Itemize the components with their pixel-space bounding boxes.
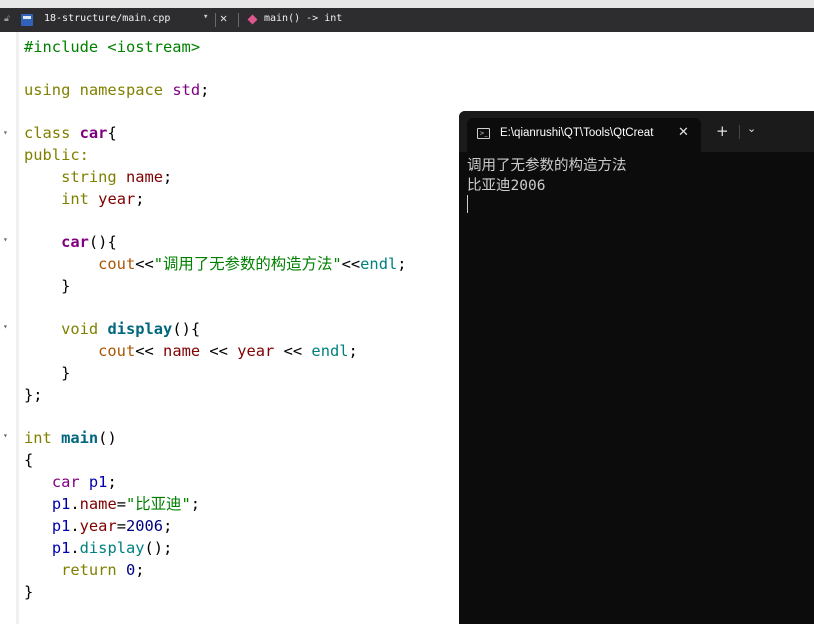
cpp-file-icon [21,14,33,26]
fold-marker-icon[interactable]: ▾ [3,229,8,251]
window-top-strip [0,0,814,8]
code-line-include: #include <iostream> [24,38,201,56]
terminal-window[interactable]: >_ E:\qianrushi\QT\Tools\QtCreat ✕ + ⌄ 调… [459,111,814,624]
new-tab-button[interactable]: + [716,122,729,140]
code-line-set-year: p1.year=2006; [51,517,173,535]
code-line-obj-decl: car p1; [51,473,117,491]
code-line-ctor-end: } [61,277,71,295]
fold-marker-icon[interactable]: ▾ [3,122,8,144]
code-line-call-display: p1.display(); [51,539,173,557]
terminal-tab-title: E:\qianrushi\QT\Tools\QtCreat [500,127,654,139]
terminal-output-line: 调用了无参数的构造方法 [467,158,627,174]
divider [739,125,740,139]
editor-gutter [16,32,19,624]
file-name-selector[interactable]: 18-structure/main.cpp [44,13,170,24]
close-tab-icon[interactable]: ✕ [678,125,689,140]
code-line-using: using namespace std; [24,81,210,99]
function-selector[interactable]: main() -> int [264,13,342,24]
code-line-class-end: }; [24,386,43,404]
function-symbol-icon [247,14,258,25]
code-line-year-field: int year; [61,190,145,208]
close-file-icon[interactable]: ✕ [220,11,227,25]
terminal-tab[interactable]: >_ E:\qianrushi\QT\Tools\QtCreat ✕ [467,118,701,152]
code-line-return: return 0; [61,561,145,579]
terminal-cursor [467,195,468,213]
code-line-class: class car{ [24,124,117,142]
code-line-display: void display(){ [61,320,201,338]
fold-marker-icon[interactable]: ▾ [3,316,8,338]
editor-tab-bar: 🔓︎ 18-structure/main.cpp ▾ ✕ main() -> i… [0,8,814,32]
lock-icon: 🔓︎ [4,14,10,24]
fold-marker-icon[interactable]: ▾ [3,425,8,447]
divider [215,13,216,27]
code-line-set-name: p1.name="比亚迪"; [51,495,200,513]
code-line-ctor: car(){ [61,233,117,251]
code-line-display-end: } [61,364,71,382]
code-line-main: int main() [24,429,117,447]
divider [238,13,239,27]
code-line-main-open: { [24,451,34,469]
terminal-output-line: 比亚迪2006 [467,178,546,194]
code-line-display-body: cout<< name << year << endl; [98,342,358,360]
code-line-main-close: } [24,583,34,601]
code-line-ctor-body: cout<<"调用了无参数的构造方法"<<endl; [98,255,407,273]
file-dropdown-icon[interactable]: ▾ [203,12,208,22]
code-line-public: public: [24,146,89,164]
terminal-tab-bar: >_ E:\qianrushi\QT\Tools\QtCreat ✕ + ⌄ [459,111,814,152]
code-line-name-field: string name; [61,168,173,186]
terminal-icon: >_ [477,128,490,139]
tab-dropdown-icon[interactable]: ⌄ [747,122,756,135]
